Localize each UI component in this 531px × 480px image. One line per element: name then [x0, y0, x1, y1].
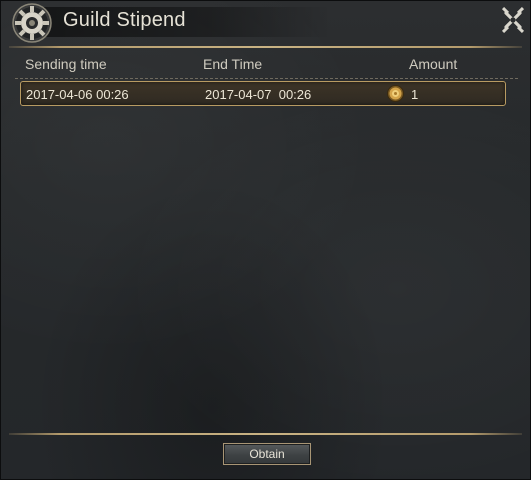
gear-emblem-icon — [12, 3, 52, 43]
column-header-amount: Amount — [409, 56, 458, 72]
column-header-divider — [15, 78, 518, 79]
footer-divider — [9, 433, 522, 435]
guild-stipend-window: Guild Stipend Sending time End Time Amou… — [0, 0, 531, 480]
row-end-time: 2017-04-07 00:26 — [205, 87, 312, 102]
header-divider — [9, 46, 522, 48]
stipend-row[interactable]: 2017-04-06 00:26 2017-04-07 00:26 1 — [20, 81, 506, 106]
window-title: Guild Stipend — [63, 9, 186, 31]
column-header-end-time: End Time — [203, 56, 263, 72]
row-amount: 1 — [411, 87, 419, 102]
gold-coin-icon — [387, 85, 404, 102]
close-icon[interactable] — [500, 7, 526, 33]
column-header-sending-time: Sending time — [25, 56, 107, 72]
row-sending-time: 2017-04-06 00:26 — [26, 87, 129, 102]
obtain-button[interactable]: Obtain — [223, 443, 311, 465]
title-bar: Guild Stipend — [1, 1, 530, 43]
